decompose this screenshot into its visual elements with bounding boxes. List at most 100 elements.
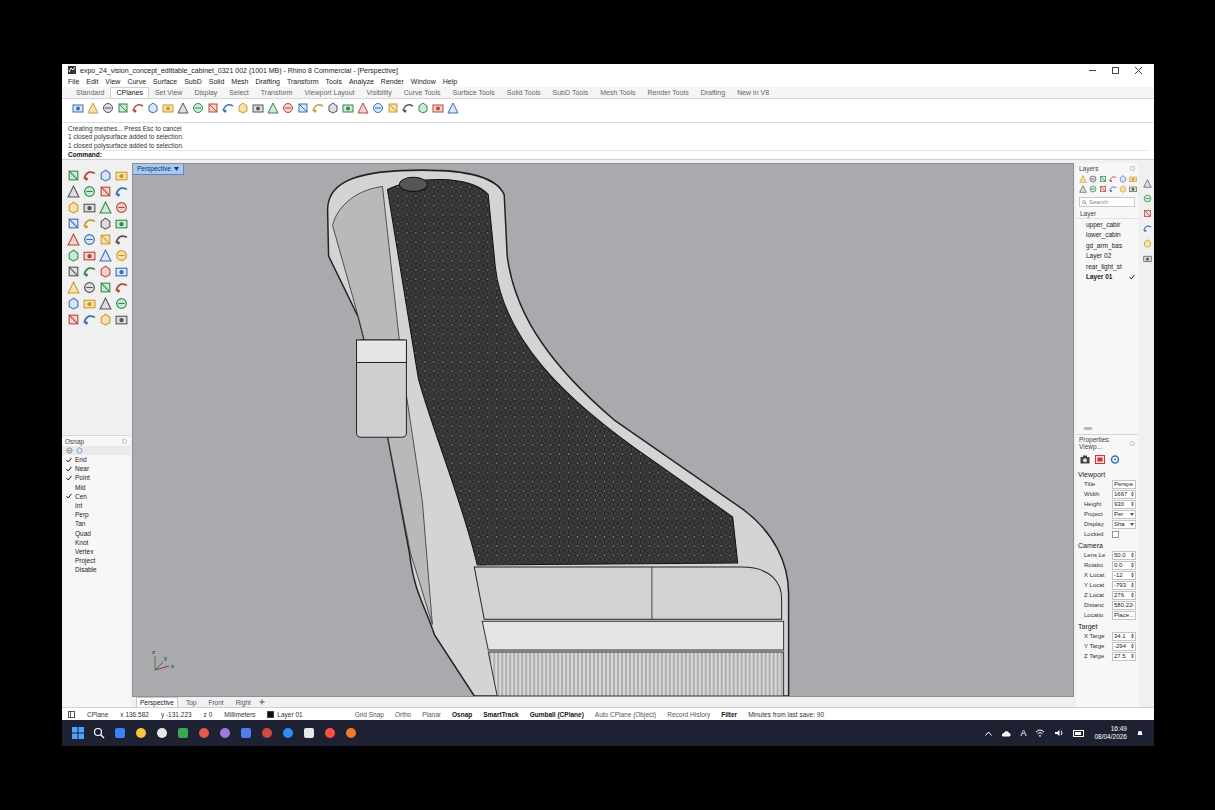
maximize-icon[interactable] — [1112, 67, 1119, 74]
tool-icon[interactable] — [99, 265, 112, 278]
tool-icon[interactable] — [67, 265, 80, 278]
toolbar-tab[interactable]: Standard — [70, 87, 110, 98]
tool-icon[interactable] — [1143, 239, 1152, 248]
tool-icon[interactable] — [102, 102, 114, 114]
locked-checkbox[interactable] — [1112, 531, 1119, 538]
tool-icon[interactable] — [267, 102, 279, 114]
battery-icon[interactable] — [1073, 730, 1085, 737]
menu-item[interactable]: Help — [443, 78, 457, 85]
tool-icon[interactable] — [83, 313, 96, 326]
close-icon[interactable] — [1130, 441, 1135, 446]
layer-search[interactable]: Search — [1079, 197, 1135, 207]
menu-item[interactable]: Curve — [127, 78, 146, 85]
tool-icon[interactable] — [1143, 224, 1152, 233]
tool-icon[interactable] — [162, 102, 174, 114]
number-field[interactable]: -294 — [1112, 642, 1136, 651]
tool-icon[interactable] — [67, 233, 80, 246]
number-field[interactable]: 580.22 — [1112, 601, 1136, 610]
status-toggle[interactable]: Gumball (CPlane) — [530, 711, 584, 718]
spinner-icon[interactable] — [1131, 572, 1134, 578]
app-icon[interactable] — [324, 727, 336, 739]
spinner-icon[interactable] — [1132, 602, 1134, 608]
tool-icon[interactable] — [1079, 185, 1087, 193]
number-field[interactable]: 34.1 — [1112, 632, 1136, 641]
tool-icon[interactable] — [1119, 175, 1127, 183]
tool-icon[interactable] — [83, 281, 96, 294]
tool-icon[interactable] — [99, 169, 112, 182]
tool-icon[interactable] — [66, 447, 73, 454]
tool-icon[interactable] — [282, 102, 294, 114]
menu-item[interactable]: Solid — [209, 78, 225, 85]
command-prompt[interactable]: Command: — [68, 150, 1148, 159]
perspective-viewport[interactable]: Perspectivezyx — [132, 163, 1074, 697]
tool-icon[interactable] — [99, 185, 112, 198]
osnap-checkbox[interactable] — [66, 521, 72, 527]
tool-icon[interactable] — [115, 297, 128, 310]
tool-icon[interactable] — [222, 102, 234, 114]
tool-icon[interactable] — [207, 102, 219, 114]
tool-icon[interactable] — [99, 233, 112, 246]
layer-row[interactable]: Layer 01 — [1076, 272, 1138, 283]
button-field[interactable]: Place... — [1112, 611, 1136, 620]
tool-icon[interactable] — [67, 281, 80, 294]
tool-icon[interactable] — [83, 185, 96, 198]
osnap-checkbox[interactable] — [66, 484, 72, 490]
volume-icon[interactable] — [1054, 729, 1064, 737]
tool-icon[interactable] — [1143, 209, 1152, 218]
tool-icon[interactable] — [83, 297, 96, 310]
menu-item[interactable]: Transform — [287, 78, 319, 85]
status-toggle[interactable]: Planar — [422, 711, 441, 718]
tool-icon[interactable] — [447, 102, 459, 114]
menu-item[interactable]: File — [68, 78, 79, 85]
tool-icon[interactable] — [1079, 175, 1087, 183]
status-toggle[interactable]: Grid Snap — [355, 711, 384, 718]
toolbar-tab[interactable]: Transform — [255, 87, 299, 98]
status-toggle[interactable]: Record History — [667, 711, 710, 718]
tool-icon[interactable] — [115, 313, 128, 326]
tool-icon[interactable] — [1109, 185, 1117, 193]
tool-icon[interactable] — [115, 265, 128, 278]
tool-icon[interactable] — [115, 217, 128, 230]
tool-icon[interactable] — [115, 185, 128, 198]
toolbar-tab[interactable]: Visibility — [361, 87, 398, 98]
tool-icon[interactable] — [115, 249, 128, 262]
tool-icon[interactable] — [83, 169, 96, 182]
status-toggle[interactable]: Osnap — [452, 711, 472, 718]
tool-icon[interactable] — [387, 102, 399, 114]
status-toggle[interactable]: Auto CPlane (Object) — [595, 711, 656, 718]
tool-icon[interactable] — [83, 233, 96, 246]
tool-icon[interactable] — [1109, 175, 1117, 183]
app-icon[interactable] — [219, 727, 231, 739]
app-icon[interactable] — [114, 727, 126, 739]
cloud-icon[interactable] — [1001, 730, 1011, 737]
dropdown-arrow-icon[interactable] — [174, 167, 179, 171]
camera-icon[interactable] — [1080, 455, 1090, 464]
units[interactable]: Millimeters — [224, 711, 255, 718]
spinner-icon[interactable] — [1131, 491, 1134, 497]
viewport-tab[interactable]: Top — [182, 697, 200, 708]
number-field[interactable]: 930 — [1112, 500, 1136, 509]
windows-start-icon[interactable] — [72, 727, 84, 739]
tool-icon[interactable] — [237, 102, 249, 114]
tool-icon[interactable] — [115, 233, 128, 246]
tool-icon[interactable] — [1099, 175, 1107, 183]
tool-icon[interactable] — [83, 265, 96, 278]
tool-icon[interactable] — [115, 281, 128, 294]
dropdown-arrow-icon[interactable] — [1130, 513, 1134, 516]
tool-icon[interactable] — [432, 102, 444, 114]
viewport-tab[interactable]: Perspective — [136, 697, 178, 708]
tool-icon[interactable] — [99, 217, 112, 230]
add-viewport-icon[interactable] — [259, 699, 265, 705]
tool-icon[interactable] — [1099, 185, 1107, 193]
osnap-item[interactable]: Tan — [62, 519, 130, 528]
viewport-tab[interactable]: Front — [204, 697, 227, 708]
osnap-item[interactable]: Quad — [62, 529, 130, 538]
tool-icon[interactable] — [417, 102, 429, 114]
tool-icon[interactable] — [1143, 179, 1152, 188]
osnap-item[interactable]: Disable — [62, 565, 130, 574]
toolbar-tab[interactable]: SubD Tools — [547, 87, 595, 98]
toolbar-tab[interactable]: New in V8 — [731, 87, 775, 98]
tool-icon[interactable] — [1089, 175, 1097, 183]
menu-item[interactable]: Drafting — [255, 78, 280, 85]
osnap-checkbox[interactable] — [66, 530, 72, 536]
